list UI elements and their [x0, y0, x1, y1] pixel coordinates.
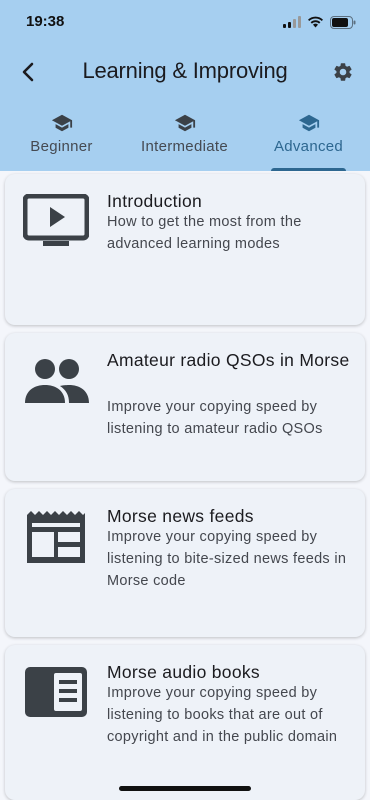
- card-description: Improve your copying speed by listening …: [107, 685, 338, 745]
- header: 19:38 Learning & Improving Beginner Inte…: [0, 0, 370, 171]
- page-title: Learning & Improving: [82, 58, 288, 83]
- tab-beginner[interactable]: Beginner: [0, 108, 123, 171]
- card-amateur-radio-qsos[interactable]: Amateur radio QSOs in Morse Improve your…: [5, 333, 365, 481]
- status-bar: 19:38: [0, 0, 370, 44]
- module-list: Introduction How to get the most from th…: [0, 171, 370, 800]
- card-morse-news-feeds[interactable]: Morse news feeds Improve your copying sp…: [5, 489, 365, 637]
- card-description: Improve your copying speed by listening …: [107, 529, 347, 589]
- tab-advanced[interactable]: Advanced: [247, 108, 370, 171]
- gear-icon: [334, 63, 352, 81]
- tab-label: Advanced: [273, 138, 344, 155]
- newspaper-icon: [27, 511, 85, 563]
- card-title: Amateur radio QSOs in Morse: [107, 350, 350, 370]
- battery-icon: [330, 15, 356, 29]
- monitor-play-icon: [23, 194, 89, 246]
- cellular-signal-icon: [283, 16, 301, 28]
- card-description: How to get the most from the advanced le…: [107, 214, 302, 252]
- graduation-cap-icon: [174, 114, 195, 132]
- tab-bar: Beginner Intermediate Advanced: [0, 108, 370, 171]
- people-icon: [25, 359, 89, 403]
- app-bar: Learning & Improving: [0, 50, 370, 94]
- status-time: 19:38: [26, 13, 65, 30]
- status-icons: [283, 14, 356, 30]
- graduation-cap-icon: [51, 114, 72, 132]
- wifi-icon: [308, 16, 323, 28]
- card-morse-audio-books[interactable]: Morse audio books Improve your copying s…: [5, 645, 365, 800]
- book-icon: [25, 667, 87, 717]
- tab-label: Beginner: [30, 138, 93, 155]
- home-indicator[interactable]: [119, 786, 251, 791]
- graduation-cap-icon: [298, 114, 319, 132]
- tab-intermediate[interactable]: Intermediate: [123, 108, 246, 171]
- card-description: Improve your copying speed by listening …: [107, 399, 323, 437]
- tab-label-fade: [228, 108, 246, 171]
- card-introduction[interactable]: Introduction How to get the most from th…: [5, 174, 365, 325]
- settings-button[interactable]: [328, 57, 358, 87]
